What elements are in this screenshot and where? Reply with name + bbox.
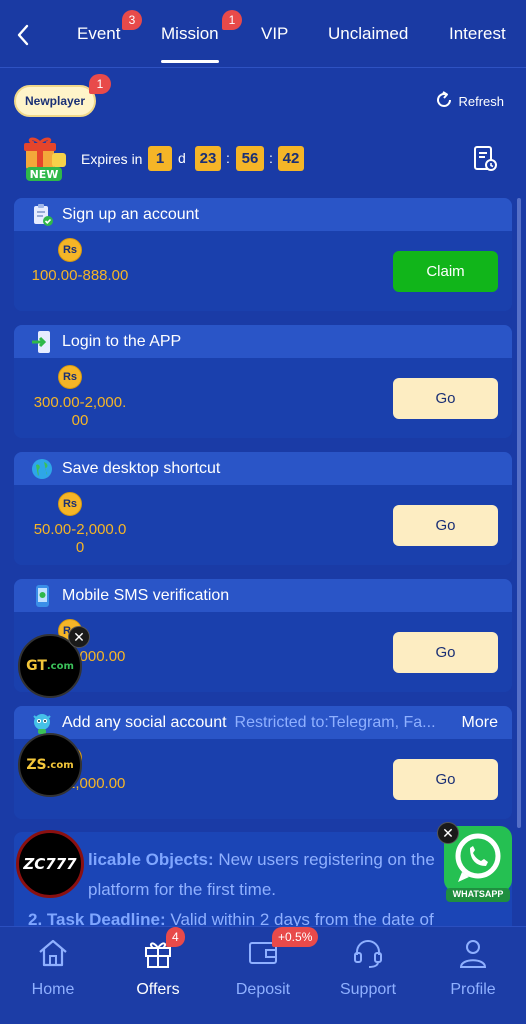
more-link[interactable]: More xyxy=(462,714,498,732)
new-label: NEW xyxy=(30,168,59,181)
task-card-social: Add any social account Restricted to:Tel… xyxy=(14,706,512,819)
tab-mission[interactable]: Mission xyxy=(161,24,219,63)
newplayer-filter-pill[interactable]: Newplayer xyxy=(14,85,96,117)
close-icon[interactable]: ✕ xyxy=(437,822,459,844)
countdown-seconds: 42 xyxy=(278,146,304,171)
task-card-signup: Sign up an account Rs 100.00-888.00 Clai… xyxy=(14,198,512,311)
go-button[interactable]: Go xyxy=(393,759,498,800)
phone-login-icon xyxy=(30,330,54,354)
nav-home[interactable]: Home xyxy=(8,937,98,999)
nav-offers[interactable]: Offers xyxy=(113,937,203,999)
task-card-login: Login to the APP Rs 300.00-2,000.00 Go xyxy=(14,325,512,438)
new-gift-icon: NEW xyxy=(18,135,74,185)
claim-button[interactable]: Claim xyxy=(393,251,498,292)
rule-line: licable Objects: New users registering o… xyxy=(88,850,435,869)
back-arrow-icon[interactable] xyxy=(12,22,34,48)
scrollbar[interactable] xyxy=(517,198,521,828)
bottom-nav: Home Offers 4 Deposit +0.5% Support Prof… xyxy=(0,926,526,1024)
globe-icon xyxy=(30,457,54,481)
nav-support[interactable]: Support xyxy=(323,937,413,999)
task-card-shortcut: Save desktop shortcut Rs 50.00-2,000.00 … xyxy=(14,452,512,565)
offers-badge: 4 xyxy=(166,927,185,947)
zc777-logo-ad[interactable]: ZC777 xyxy=(16,830,84,898)
close-icon[interactable]: ✕ xyxy=(68,626,90,648)
refresh-icon xyxy=(434,90,454,113)
go-button[interactable]: Go xyxy=(393,505,498,546)
refresh-button[interactable]: Refresh xyxy=(434,90,504,113)
headset-icon xyxy=(354,940,382,968)
task-reward-amount: 100.00-888.00 xyxy=(31,267,129,284)
countdown-days-unit: d xyxy=(178,150,186,166)
task-reward-amount: 300.00-2,000.00 xyxy=(33,394,127,429)
home-icon xyxy=(39,939,67,967)
rupee-coin-icon: Rs xyxy=(58,492,82,516)
tab-vip[interactable]: VIP xyxy=(261,24,288,44)
task-title: Add any social account xyxy=(62,713,227,731)
whatsapp-label: WHATSAPP xyxy=(452,889,504,899)
refresh-label: Refresh xyxy=(458,94,504,109)
rupee-coin-icon: Rs xyxy=(58,238,82,262)
zs-logo-ad[interactable]: ZS .com xyxy=(18,733,82,797)
social-mascot-icon xyxy=(30,711,54,735)
user-icon xyxy=(459,940,487,968)
task-title: Login to the APP xyxy=(62,332,182,350)
expires-label: Expires in xyxy=(81,151,143,167)
newplayer-badge: 1 xyxy=(89,74,111,94)
countdown-separator: : xyxy=(269,150,273,166)
task-title: Save desktop shortcut xyxy=(62,459,221,477)
task-title: Sign up an account xyxy=(62,205,199,223)
countdown-days: 1 xyxy=(148,146,172,171)
countdown-minutes: 56 xyxy=(236,146,264,171)
tab-mission-badge: 1 xyxy=(222,10,242,30)
countdown-separator: : xyxy=(226,150,230,166)
go-button[interactable]: Go xyxy=(393,632,498,673)
sms-phone-icon xyxy=(30,584,54,608)
deposit-bonus-badge: +0.5% xyxy=(272,927,319,947)
restricted-note: Restricted to:Telegram, Fa... xyxy=(234,713,436,731)
tab-event[interactable]: Event xyxy=(77,24,120,44)
tab-interest[interactable]: Interest xyxy=(449,24,506,44)
clipboard-check-icon xyxy=(30,203,54,227)
tab-event-badge: 3 xyxy=(122,10,142,30)
task-reward-amount: 50.00-2,000.00 xyxy=(33,521,127,556)
task-title: Mobile SMS verification xyxy=(62,586,230,604)
countdown-hours: 23 xyxy=(195,146,221,171)
go-button[interactable]: Go xyxy=(393,378,498,419)
tab-unclaimed[interactable]: Unclaimed xyxy=(328,24,408,44)
top-tab-bar: Event 3 Mission 1 VIP Unclaimed Interest xyxy=(0,0,526,68)
nav-profile[interactable]: Profile xyxy=(428,937,518,999)
rupee-coin-icon: Rs xyxy=(58,365,82,389)
rule-line: platform for the first time. xyxy=(88,880,276,899)
records-icon[interactable] xyxy=(472,145,498,173)
